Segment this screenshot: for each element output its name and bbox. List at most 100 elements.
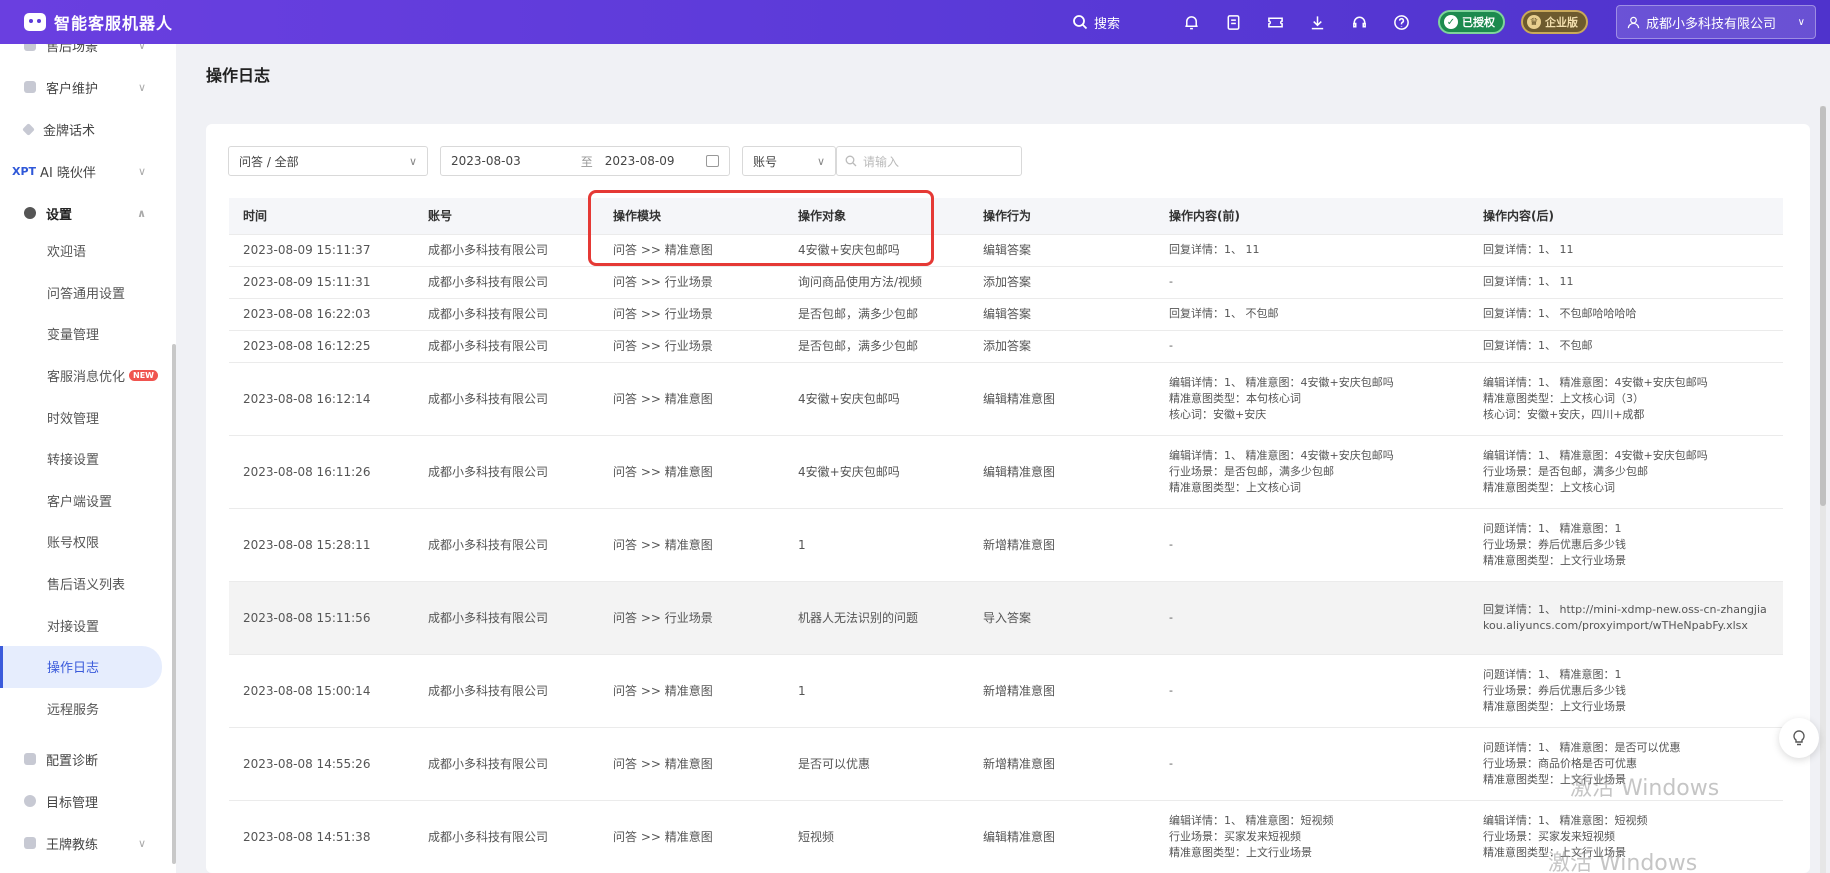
cell-module: 问答 >> 精准意图 [599, 234, 784, 267]
cell-time: 2023-08-08 14:55:26 [229, 727, 414, 801]
cell-object: 询问商品使用方法/视频 [784, 266, 969, 299]
cell-content-before: - [1155, 727, 1469, 801]
sidebar-item-customer-care[interactable]: 客户维护 ∨ [0, 66, 176, 108]
cell-object: 4安徽+安庆包邮吗 [784, 435, 969, 509]
account-select[interactable]: 账号 ∨ [742, 146, 836, 176]
search-label: 搜索 [1093, 16, 1120, 32]
content-line: - [1169, 610, 1173, 624]
content-line: 精准意图类型：上文行业场景 [1483, 553, 1626, 567]
sidebar-item-settings[interactable]: 设置 ∧ [0, 192, 176, 234]
content-line: 问题详情：1、 精准意图：1 [1483, 521, 1622, 535]
sidebar-sub-timeliness[interactable]: 时效管理 [0, 396, 176, 438]
sidebar-item-label: 客户维护 [46, 81, 99, 97]
cell-content-after: 回复详情：1、 不包邮 [1469, 330, 1783, 363]
help-icon[interactable] [1392, 13, 1410, 31]
column-header-time[interactable]: 时间 [229, 198, 414, 235]
table-body: 2023-08-09 15:11:37 成都小多科技有限公司 问答 >> 精准意图 4… [229, 234, 1783, 873]
table-row: 2023-08-09 15:11:37 成都小多科技有限公司 问答 >> 精准意图 4… [229, 234, 1783, 267]
cell-action: 添加答案 [969, 330, 1155, 363]
sidebar-sub-qa-settings[interactable]: 问答通用设置 [0, 272, 176, 314]
column-header-content-after[interactable]: 操作内容(后) [1469, 198, 1783, 235]
sidebar-sub-integration[interactable]: 对接设置 [0, 604, 176, 646]
ticket-icon[interactable] [1266, 13, 1284, 31]
main-scrollbar[interactable] [1820, 106, 1826, 873]
category-value: 问答 / 全部 [239, 154, 299, 169]
content-line: 编辑详情：1、 精准意图：4安徽+安庆包邮吗 [1169, 375, 1394, 389]
content-line: 编辑详情：1、 精准意图：短视频 [1169, 813, 1334, 827]
table-row: 2023-08-09 15:11:31 成都小多科技有限公司 问答 >> 行业场景询… [229, 266, 1783, 299]
enterprise-label: 企业版 [1545, 16, 1578, 29]
brand[interactable]: 智能客服机器人 [0, 10, 260, 34]
cell-account: 成都小多科技有限公司 [414, 508, 599, 582]
column-header-account[interactable]: 账号 [414, 198, 599, 235]
sidebar-item-diagnosis[interactable]: 配置诊断 [0, 738, 176, 780]
cell-account: 成都小多科技有限公司 [414, 234, 599, 267]
date-range-picker[interactable]: 2023-08-03 至 2023-08-09 [440, 146, 730, 176]
cell-action: 编辑精准意图 [969, 800, 1155, 873]
column-header-module[interactable]: 操作模块 [599, 198, 784, 235]
content-line: 行业场景：买家发来短视频 [1169, 829, 1301, 843]
column-header-action[interactable]: 操作行为 [969, 198, 1155, 235]
sidebar-sub-remote-service[interactable]: 远程服务 [0, 688, 176, 730]
user-menu[interactable]: 成都小多科技有限公司 ∨ [1616, 5, 1816, 39]
sidebar-sub-welcome[interactable]: 欢迎语 [0, 230, 176, 272]
cell-content-before: - [1155, 508, 1469, 582]
sidebar-sub-variables[interactable]: 变量管理 [0, 313, 176, 355]
download-icon[interactable] [1308, 13, 1326, 31]
sidebar-item-ai-partner[interactable]: XPT AI 晓伙伴 ∨ [0, 150, 176, 192]
cell-action: 编辑精准意图 [969, 435, 1155, 509]
bell-icon[interactable] [1182, 13, 1200, 31]
sidebar-item-golden-scripts[interactable]: 金牌话术 [0, 108, 176, 150]
authorized-badge[interactable]: ✓ 已授权 [1438, 10, 1505, 34]
cell-action: 编辑答案 [969, 234, 1155, 267]
account-select-value: 账号 [753, 154, 778, 169]
cell-action: 新增精准意图 [969, 508, 1155, 582]
sidebar-sub-account-permissions[interactable]: 账号权限 [0, 521, 176, 563]
document-icon[interactable] [1224, 13, 1242, 31]
content-line: 编辑详情：1、 精准意图：4安徽+安庆包邮吗 [1483, 375, 1708, 389]
sidebar-sub-client-settings[interactable]: 客户端设置 [0, 480, 176, 522]
sidebar-sub-semantic-list[interactable]: 售后语义列表 [0, 563, 176, 605]
page-title: 操作日志 [206, 66, 271, 85]
cell-time: 2023-08-08 15:00:14 [229, 654, 414, 728]
search-input[interactable]: 请输入 [836, 146, 1022, 176]
table-row: 2023-08-08 16:12:14 成都小多科技有限公司 问答 >> 精准意图 4… [229, 362, 1783, 436]
content-line: 精准意图类型：上文核心词 [1169, 480, 1301, 494]
cell-content-after: 问题详情：1、 精准意图：1 行业场景：券后优惠后多少钱 精准意图类型：上文行业场景 [1469, 654, 1783, 728]
sidebar-item-coach[interactable]: 王牌教练 ∨ [0, 822, 176, 864]
cell-module: 问答 >> 精准意图 [599, 727, 784, 801]
global-search-button[interactable]: 搜索 [1072, 13, 1120, 32]
cell-account: 成都小多科技有限公司 [414, 435, 599, 509]
cell-account: 成都小多科技有限公司 [414, 581, 599, 655]
cell-action: 导入答案 [969, 581, 1155, 655]
sidebar-item-after-sales[interactable]: 售后场景 ∨ [0, 44, 176, 66]
category-select[interactable]: 问答 / 全部 ∨ [228, 146, 428, 176]
content-line: 行业场景：是否包邮，满多少包邮 [1483, 464, 1648, 478]
headset-icon[interactable] [1350, 13, 1368, 31]
column-header-content-before[interactable]: 操作内容(前) [1155, 198, 1469, 235]
sidebar-sub-transfer[interactable]: 转接设置 [0, 438, 176, 480]
user-name: 成都小多科技有限公司 [1646, 16, 1777, 32]
cell-object: 1 [784, 508, 969, 582]
table-row: 2023-08-08 15:11:56 成都小多科技有限公司 问答 >> 行业场景机… [229, 581, 1783, 655]
date-start[interactable]: 2023-08-03 [451, 154, 521, 168]
sidebar-sub-message-optimize[interactable]: 客服消息优化 NEW [0, 355, 176, 397]
top-bar: 智能客服机器人 搜索 ✓ 已授权 ♛ 企业版 成都小多科技有限公司 ∨ [0, 0, 1830, 44]
cell-account: 成都小多科技有限公司 [414, 266, 599, 299]
table-row: 2023-08-08 15:28:11 成都小多科技有限公司 问答 >> 精准意图 1… [229, 508, 1783, 582]
column-header-object[interactable]: 操作对象 [784, 198, 969, 235]
sidebar-item-goals[interactable]: 目标管理 [0, 780, 176, 822]
chevron-down-icon: ∨ [137, 80, 146, 94]
content-line: 回复详情：1、 11 [1483, 275, 1574, 288]
content-line: 回复详情：1、 11 [1483, 243, 1574, 256]
floating-help-button[interactable] [1779, 718, 1819, 758]
cell-object: 1 [784, 654, 969, 728]
cell-content-after: 回复详情：1、 不包邮哈哈哈哈 [1469, 298, 1783, 331]
content-line: 问题详情：1、 精准意图：1 [1483, 667, 1622, 681]
table-row: 2023-08-08 16:12:25 成都小多科技有限公司 问答 >> 行业场景是… [229, 330, 1783, 363]
date-end[interactable]: 2023-08-09 [605, 154, 675, 168]
sidebar-scrollbar[interactable] [172, 344, 176, 864]
cell-module: 问答 >> 行业场景 [599, 330, 784, 363]
enterprise-badge[interactable]: ♛ 企业版 [1521, 10, 1588, 34]
sidebar-sub-operation-log[interactable]: 操作日志 [0, 645, 162, 688]
